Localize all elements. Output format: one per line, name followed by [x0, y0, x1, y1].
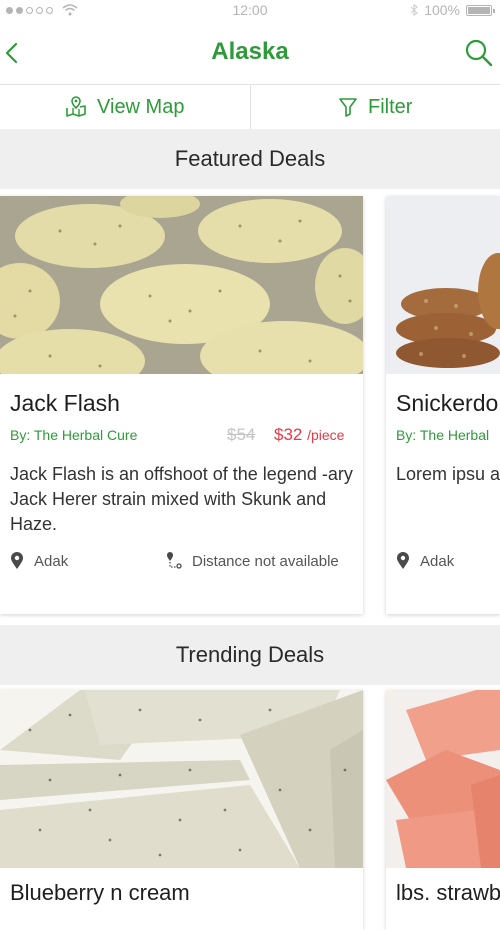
deal-title: lbs. strawb: [396, 880, 500, 906]
vendor-link[interactable]: By: The Herbal: [396, 427, 489, 443]
product-image: [0, 196, 363, 374]
view-map-label: View Map: [97, 96, 184, 119]
distance-icon: [164, 552, 184, 570]
location: Adak: [10, 552, 68, 570]
product-image: [386, 690, 500, 868]
featured-deals-heading: Featured Deals: [0, 129, 500, 189]
filter-button[interactable]: Filter: [251, 85, 500, 129]
product-image: [0, 690, 363, 868]
action-bar: View Map Filter: [0, 84, 500, 130]
location: Adak: [396, 552, 454, 570]
deal-card[interactable]: Jack Flash By: The Herbal Cure $54 $32 /…: [0, 196, 363, 614]
status-bar: 12:00 100%: [0, 0, 500, 22]
deal-price: $32 /piece: [274, 425, 344, 445]
distance-label: Distance not available: [192, 553, 339, 570]
nav-header: Alaska: [0, 28, 500, 78]
distance: Distance not available: [164, 552, 339, 570]
location-label: Adak: [420, 553, 454, 570]
location-pin-icon: [396, 552, 410, 570]
deal-card[interactable]: Blueberry n cream: [0, 690, 363, 930]
deal-card[interactable]: lbs. strawb: [386, 690, 500, 930]
product-image: [386, 196, 500, 374]
deal-title: Jack Flash: [10, 390, 120, 417]
filter-icon: [338, 97, 358, 117]
vendor-link[interactable]: By: The Herbal Cure: [10, 427, 137, 443]
deal-card[interactable]: Snickerdo By: The Herbal Lorem ipsu adip…: [386, 196, 500, 614]
deal-title: Blueberry n cream: [10, 880, 190, 906]
search-icon[interactable]: [464, 38, 494, 68]
battery-percent: 100%: [424, 2, 460, 18]
deal-description: Jack Flash is an offshoot of the legend …: [10, 462, 358, 537]
map-icon: [65, 96, 87, 118]
location-label: Adak: [34, 553, 68, 570]
original-price: $54: [227, 425, 255, 445]
price-unit: /piece: [307, 427, 344, 443]
location-pin-icon: [10, 552, 24, 570]
view-map-button[interactable]: View Map: [0, 85, 251, 129]
deal-price-value: $32: [274, 425, 302, 444]
bluetooth-icon: [410, 4, 418, 16]
deal-description: Lorem ipsu adipiscing e quis felis: [396, 462, 500, 487]
filter-label: Filter: [368, 96, 412, 119]
battery-icon: [466, 5, 492, 16]
page-title: Alaska: [0, 38, 500, 66]
trending-deals-heading: Trending Deals: [0, 625, 500, 685]
deal-title: Snickerdo: [396, 390, 498, 417]
